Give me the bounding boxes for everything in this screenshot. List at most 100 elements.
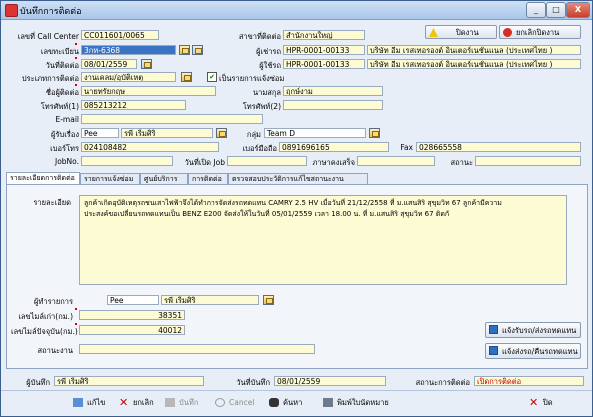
- mobile-field[interactable]: 0891696165: [279, 142, 389, 152]
- mobile-label: เบอร์มือถือ: [242, 144, 277, 153]
- mileage-prev-field[interactable]: 38351: [79, 310, 185, 320]
- fax-label: Fax: [400, 143, 413, 152]
- office-phone-label: เบอร์โทร: [50, 144, 79, 153]
- branch-field[interactable]: สำนักงานใหญ่: [283, 30, 365, 40]
- main-window: บันทึกการติดต่อ _ □ X ปิดงาน ยกเลิกปิดงา…: [0, 0, 593, 417]
- detail-textarea[interactable]: ลูกค้าเกิดอุบัติเหตุรถชนเสาไฟฟ้าจึงได้ทำ…: [79, 195, 567, 285]
- calendar-icon[interactable]: [141, 59, 152, 69]
- truck-icon: [489, 346, 498, 355]
- contact-name-field[interactable]: นายทรัยกฤษ: [81, 86, 216, 96]
- contact-type-field[interactable]: งานเคลม/อุบัติเหตุ: [81, 72, 176, 82]
- printer-icon: [323, 398, 333, 407]
- contact-name-label: ชื่อผู้ติดต่อ: [45, 88, 79, 97]
- jobno-field[interactable]: [81, 156, 173, 166]
- surname-label: นามสกุล: [253, 88, 281, 97]
- close-window-button[interactable]: X: [566, 2, 590, 18]
- phone2-label: โทรศัพท์(2): [242, 102, 281, 111]
- user-name-field[interactable]: บริษัท อีม เรสเทอรองต์ อินเตอร์เนชั่นแนล…: [367, 59, 581, 69]
- expense-type-field[interactable]: [357, 156, 435, 166]
- close-job-button[interactable]: ปิดงาน: [425, 25, 497, 39]
- close-label: ปิด: [543, 398, 553, 407]
- renter-code-field[interactable]: HPR-0001-00133: [283, 45, 365, 55]
- handler-lookup-button[interactable]: [263, 295, 274, 305]
- mileage-now-field[interactable]: 40012: [79, 325, 185, 335]
- phone2-field[interactable]: [283, 100, 383, 110]
- receiver-code-field[interactable]: Pee: [81, 128, 119, 138]
- record-info-bar: ผู้บันทึก รพี เริ่มศิริ วันที่บันทึก 08/…: [6, 370, 586, 390]
- jobno-label: JobNo.: [54, 157, 79, 166]
- detail-text-line2: ประสงค์ขอเปลี่ยนรถทดแทนเป็น BENZ E200 จั…: [84, 210, 450, 218]
- delete-label: ยกเลิก: [133, 398, 154, 407]
- delete-icon: ✕: [119, 396, 129, 409]
- repair-item-checkbox[interactable]: ✔: [207, 72, 217, 82]
- contact-status-field: เปิดการติดต่อ: [474, 376, 584, 386]
- save-icon: [165, 398, 175, 407]
- email-label: E-mail: [55, 115, 79, 124]
- magnifier-icon[interactable]: [192, 45, 203, 55]
- plate-label: เลขทะเบียน: [40, 47, 79, 56]
- binoculars-icon: [269, 398, 279, 407]
- fax-field[interactable]: 028665558: [416, 142, 581, 152]
- undo-icon: [215, 398, 225, 407]
- tab-status-history[interactable]: ตรวจสอบประวัติการแก้ไขสถานะงาน: [228, 173, 368, 184]
- contact-type-label: ประเภทการติดต่อ: [21, 74, 79, 83]
- notify-return-button[interactable]: แจ้งส่งรถ/คืนรถทดแทน: [485, 343, 581, 359]
- email-field[interactable]: [81, 114, 263, 124]
- plate-field[interactable]: 3กท-6368: [81, 45, 176, 55]
- notify-pickup-button[interactable]: แจ้งรับรถ/ส่งรถทดแทน: [485, 322, 581, 338]
- detail-text-line1: ลูกค้าเกิดอุบัติเหตุรถชนเสาไฟฟ้าจึงได้ทำ…: [84, 199, 502, 207]
- job-status-field[interactable]: [79, 344, 315, 354]
- cancel-close-job-label: ยกเลิกปิดงาน: [516, 28, 560, 37]
- required-marker: [75, 43, 77, 45]
- group-lookup-button[interactable]: [369, 128, 380, 138]
- tab-repair-items[interactable]: รายการแจ้งซ่อม: [80, 173, 140, 184]
- contact-status-label: สถานะการติดต่อ: [415, 378, 470, 387]
- phone1-label: โทรศัพท์(1): [40, 102, 79, 111]
- title-bar: บันทึกการติดต่อ _ □ X: [1, 1, 592, 20]
- renter-label: ผู้เช่ารถ: [256, 47, 281, 56]
- plate-lookup-button[interactable]: [179, 45, 190, 55]
- handler-code-field[interactable]: Pee: [107, 295, 159, 305]
- app-icon: [5, 4, 18, 17]
- callcenter-no-field[interactable]: CC011601/0065: [81, 30, 159, 40]
- repair-item-label: เป็นรายการแจ้งซ่อม: [219, 74, 285, 83]
- open-job-date-label: วันที่เปิด Job: [184, 158, 225, 167]
- print-label: พิมพ์ใบนัดหมาย: [337, 398, 389, 407]
- required-marker: [75, 57, 77, 59]
- save-label: บันทึก: [179, 398, 199, 407]
- phone1-field[interactable]: 085213212: [81, 100, 186, 110]
- tab-contact-detail[interactable]: รายละเอียดการติดต่อ: [6, 172, 80, 184]
- record-date-label: วันที่บันทึก: [236, 378, 270, 387]
- receiver-name-field[interactable]: รพี เริ่มศิริ: [121, 128, 213, 138]
- maximize-button[interactable]: □: [546, 2, 566, 18]
- window-title: บันทึกการติดต่อ: [20, 7, 82, 17]
- minimize-button[interactable]: _: [526, 2, 546, 18]
- renter-name-field[interactable]: บริษัท อีม เรสเทอรองต์ อินเตอร์เนชั่นแนล…: [367, 45, 581, 55]
- status-field[interactable]: [475, 156, 581, 166]
- group-field[interactable]: Team D: [264, 128, 366, 138]
- required-marker: [75, 84, 77, 86]
- branch-label: สาขาที่ติดต่อ: [238, 32, 281, 41]
- open-job-date-field[interactable]: [227, 156, 307, 166]
- close-icon: ✕: [529, 396, 539, 409]
- receiver-lookup-button[interactable]: [216, 128, 227, 138]
- contact-type-lookup-button[interactable]: [181, 72, 192, 82]
- cancel-icon: [503, 28, 512, 37]
- office-phone-field[interactable]: 024108482: [81, 142, 219, 152]
- edit-icon: [73, 398, 83, 407]
- required-marker: [75, 323, 77, 325]
- handler-name-field[interactable]: รพี เริ่มศิริ: [161, 295, 259, 305]
- mileage-now-label: เลขไมล์ปัจจุบัน(กม.): [11, 327, 78, 336]
- tab-contacts[interactable]: การติดต่อ: [188, 173, 228, 184]
- notify-pickup-label: แจ้งรับรถ/ส่งรถทดแทน: [502, 326, 577, 335]
- detail-label: รายละเอียด: [33, 198, 71, 207]
- surname-field[interactable]: ฤกษ์งาม: [283, 86, 383, 96]
- tab-service-center[interactable]: ศูนย์บริการ: [140, 173, 188, 184]
- contact-date-field[interactable]: 08/01/2559: [81, 59, 137, 69]
- recorder-label: ผู้บันทึก: [26, 378, 50, 387]
- cancel-close-job-button[interactable]: ยกเลิกปิดงาน: [499, 25, 581, 39]
- user-code-field[interactable]: HPR-0001-00133: [283, 59, 365, 69]
- group-label: กลุ่ม: [246, 130, 261, 139]
- truck-icon: [489, 325, 498, 334]
- edit-label: แก้ไข: [87, 398, 106, 407]
